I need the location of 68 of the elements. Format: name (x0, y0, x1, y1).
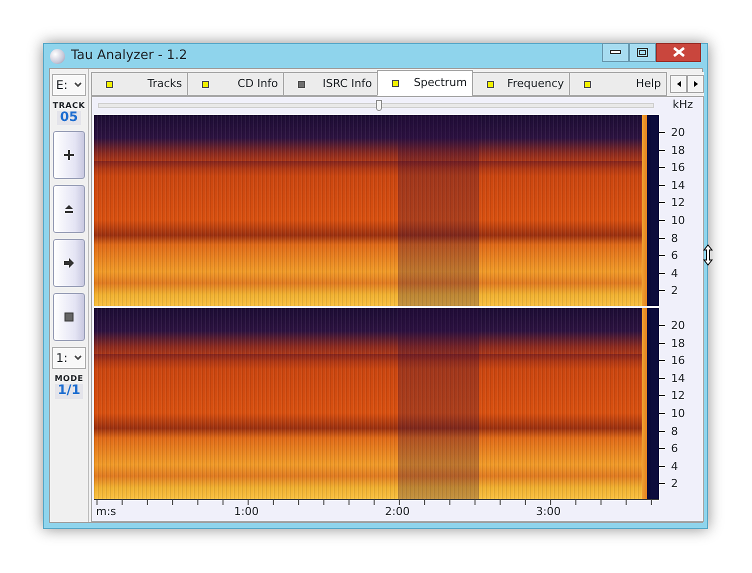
scroll-right-button[interactable] (687, 75, 704, 93)
tab[interactable]: Spectrum (377, 70, 473, 96)
frequency-label: 2 (659, 285, 678, 296)
tab-label: Help (636, 76, 661, 92)
tab[interactable]: ISRC Info (283, 72, 378, 96)
frequency-label: 20 (659, 127, 685, 138)
frequency-label: 10 (659, 215, 685, 226)
close-button[interactable] (656, 42, 701, 62)
slider-thumb[interactable] (376, 100, 382, 110)
frequency-label: 4 (659, 268, 678, 279)
frequency-label: 18 (659, 144, 685, 156)
frequency-label: 6 (659, 443, 678, 454)
maximize-button[interactable] (629, 42, 656, 62)
frequency-label: 12 (659, 197, 685, 208)
track-label: TRACK (52, 102, 86, 110)
minimize-icon (610, 50, 621, 54)
tab-label: ISRC Info (322, 76, 372, 92)
eject-icon (64, 204, 74, 214)
position-slider[interactable] (98, 102, 654, 108)
tab-label: Frequency (507, 76, 564, 92)
frequency-label: 16 (659, 162, 685, 174)
app-icon (50, 48, 65, 64)
time-label: 2:00 (385, 506, 410, 517)
eject-button[interactable] (53, 185, 85, 234)
frequency-label: 12 (659, 390, 685, 402)
frequency-label: 2 (659, 478, 678, 490)
time-label: 1:00 (234, 506, 259, 517)
left-arrow-icon (674, 80, 682, 88)
tab-label: Tracks (147, 76, 182, 92)
frequency-label: 8 (659, 232, 678, 244)
frequency-label: 16 (659, 355, 685, 366)
scroll-left-button[interactable] (670, 75, 687, 93)
tab[interactable]: Help (569, 72, 667, 96)
maximize-icon (637, 48, 648, 56)
tab[interactable]: CD Info (187, 72, 284, 96)
frequency-label: 6 (659, 250, 678, 262)
mode-dropdown[interactable]: 1: (52, 347, 86, 370)
caret-icon (74, 355, 82, 362)
time-label: 3:00 (536, 506, 561, 517)
stop-button[interactable] (53, 293, 85, 342)
plus-icon (64, 150, 74, 160)
arrow-icon (64, 258, 74, 268)
drive-dropdown[interactable]: E: (52, 74, 86, 96)
frequency-label: 8 (659, 426, 678, 437)
time-unit-label: m:s (96, 506, 116, 517)
frequency-label: 10 (659, 408, 685, 419)
frequency-label: 18 (659, 338, 685, 349)
close-icon (672, 47, 684, 57)
add-button[interactable] (53, 131, 85, 180)
caret-icon (74, 82, 82, 88)
frequency-label: 14 (659, 180, 685, 191)
frequency-label: 14 (659, 372, 685, 384)
tab[interactable]: Tracks (91, 72, 188, 96)
tab-label: CD Info (238, 76, 278, 92)
frequency-label: 20 (659, 320, 685, 331)
mode-value: 1/1 (54, 384, 84, 399)
frequency-label: 4 (659, 460, 678, 472)
next-button[interactable] (53, 239, 85, 288)
resize-cursor-icon (703, 244, 713, 266)
stop-icon (64, 312, 74, 322)
right-arrow-icon (692, 80, 700, 88)
unit-label: kHz (672, 96, 693, 113)
window-title: Tau Analyzer - 1.2 (71, 47, 188, 66)
mode-label: MODE (54, 375, 84, 384)
minimize-button[interactable] (602, 42, 629, 62)
track-number: 05 (56, 111, 82, 126)
tab-label: Spectrum (414, 74, 467, 91)
tab[interactable]: Frequency (472, 72, 570, 96)
